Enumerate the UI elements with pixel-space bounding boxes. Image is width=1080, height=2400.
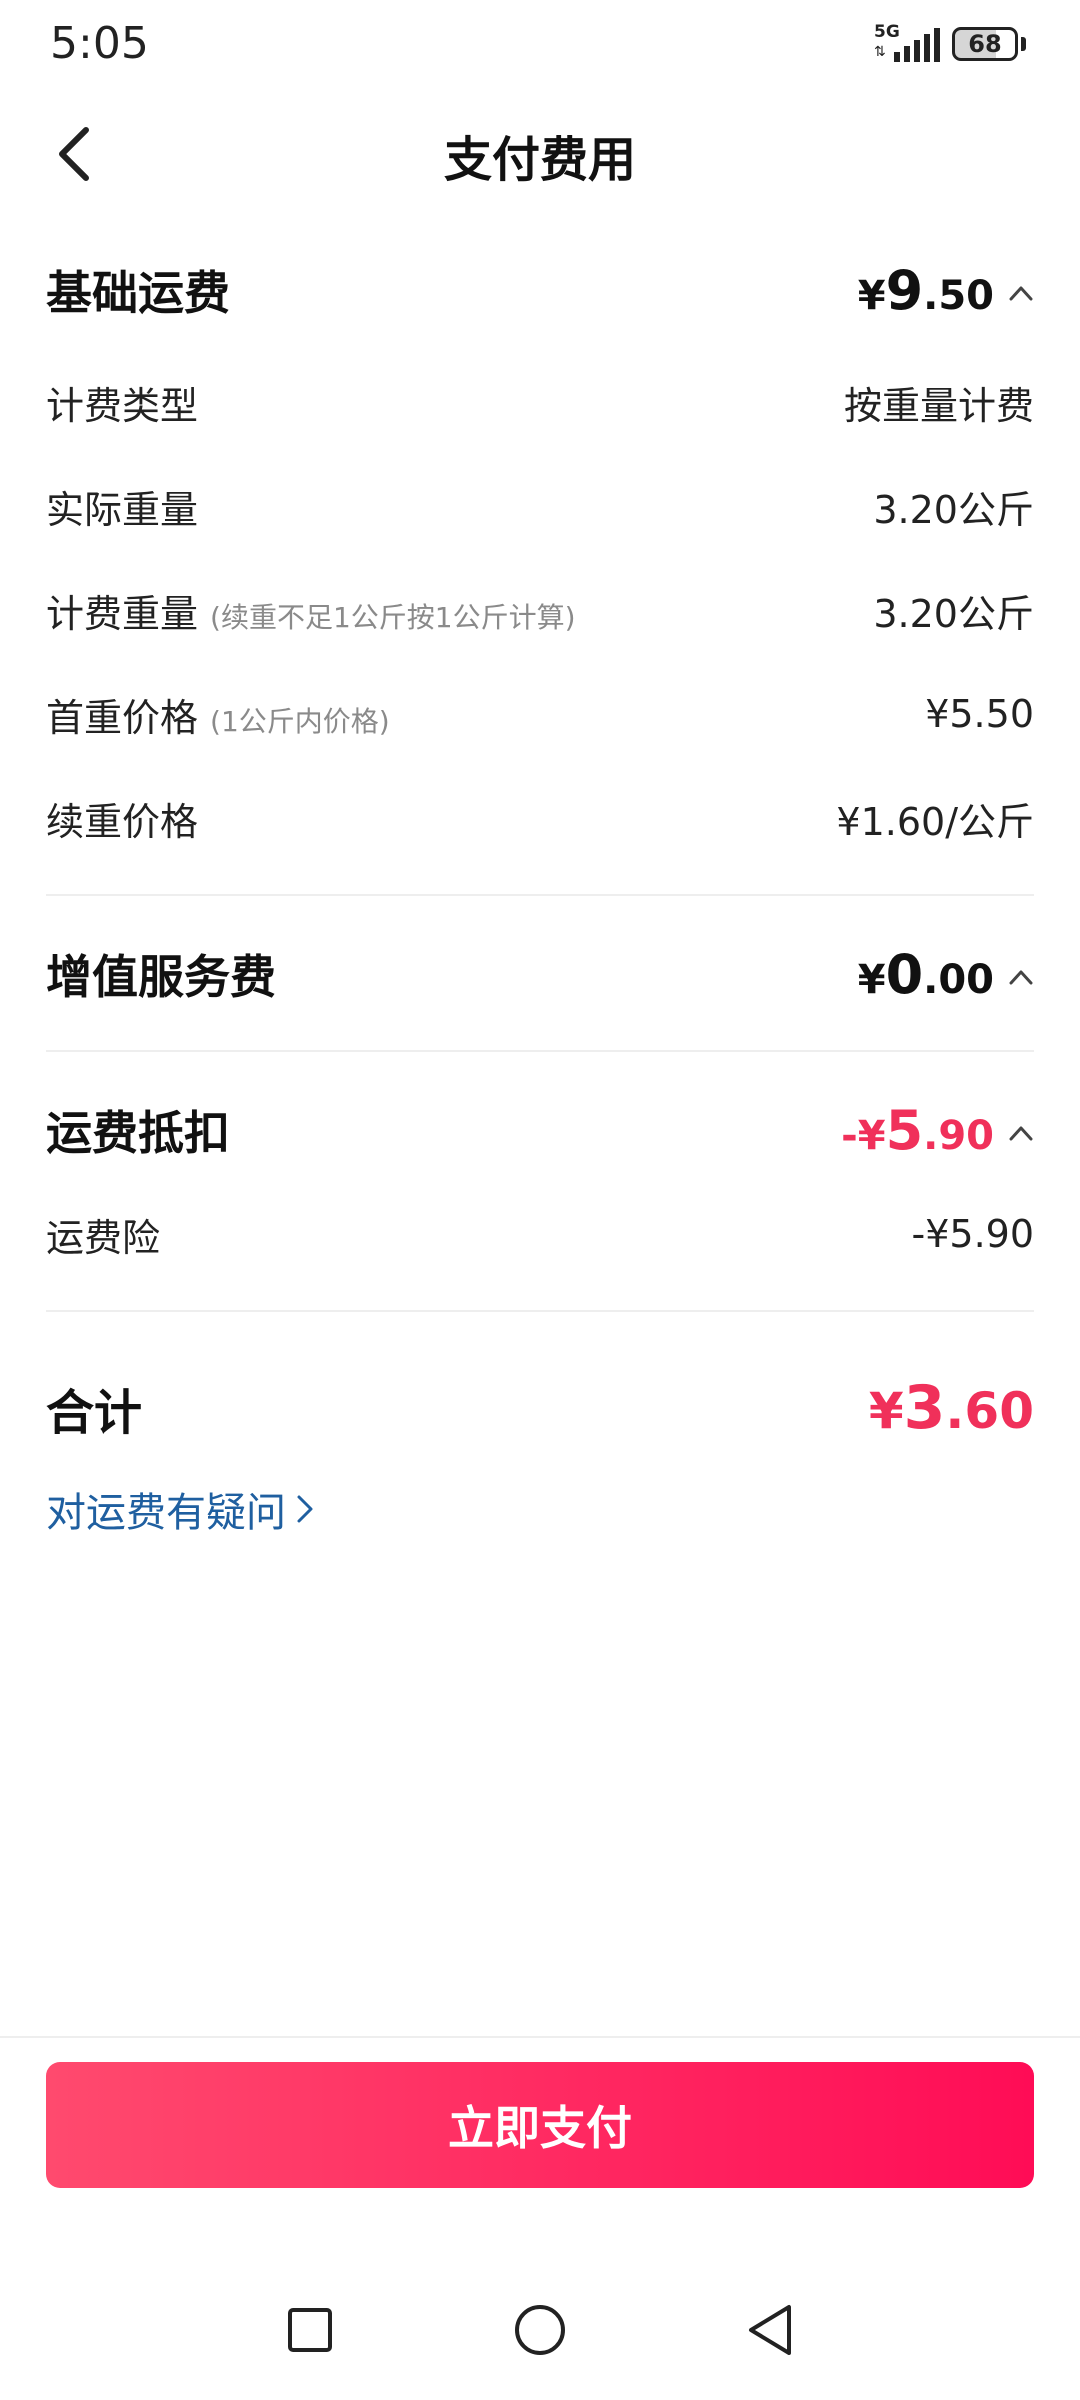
chevron-up-icon[interactable] [1008, 280, 1034, 306]
chevron-right-icon [297, 1495, 313, 1523]
fee-row-freight-insurance: 运费险 -¥5.90 [46, 1182, 1034, 1286]
row-value: ¥5.50 [925, 692, 1034, 736]
row-value: 3.20公斤 [873, 591, 1034, 636]
page-title: 支付费用 [443, 132, 636, 188]
deduction-amount: -¥ 5 .90 [841, 1098, 994, 1162]
row-label: 续重价格 [46, 799, 199, 844]
divider [46, 1310, 1034, 1312]
divider [46, 894, 1034, 896]
row-note: (续重不足1公斤按1公斤计算) [210, 600, 576, 634]
bottom-divider [0, 2036, 1080, 2038]
fee-row-actual-weight: 实际重量 3.20公斤 [46, 454, 1034, 558]
status-indicators: 5G ⇅ 68 [874, 22, 1026, 64]
chevron-up-icon[interactable] [1008, 1120, 1034, 1146]
base-freight-header[interactable]: 基础运费 ¥ 9 .50 [46, 230, 1034, 350]
freight-question-link[interactable]: 对运费有疑问 [46, 1480, 314, 1538]
battery-tip [1021, 37, 1026, 51]
row-label: 首重价格 [46, 695, 199, 740]
status-time: 5:05 [50, 18, 149, 69]
status-bar: 5:05 5G ⇅ 68 [0, 0, 1080, 92]
fee-row-billing-type: 计费类型 按重量计费 [46, 350, 1034, 454]
back-triangle-icon[interactable] [730, 2290, 810, 2370]
base-freight-amount: ¥ 9 .50 [857, 258, 994, 322]
base-freight-title: 基础运费 [46, 266, 230, 320]
total-row: 合计 ¥ 3 .60 [46, 1338, 1034, 1478]
divider [46, 1050, 1034, 1052]
row-label: 计费类型 [46, 383, 199, 428]
row-value: 3.20公斤 [873, 487, 1034, 532]
fee-row-billed-weight: 计费重量 (续重不足1公斤按1公斤计算) 3.20公斤 [46, 558, 1034, 662]
row-label: 计费重量 [46, 591, 199, 636]
row-note: (1公斤内价格) [210, 704, 390, 738]
row-value: 按重量计费 [843, 383, 1034, 428]
row-label: 运费险 [46, 1215, 161, 1260]
fee-row-first-weight-price: 首重价格 (1公斤内价格) ¥5.50 [46, 662, 1034, 766]
signal-bars [894, 28, 940, 62]
system-nav-bar [0, 2290, 1080, 2400]
chevron-up-icon[interactable] [1008, 964, 1034, 990]
row-value: -¥5.90 [911, 1212, 1035, 1256]
home-icon[interactable] [500, 2290, 580, 2370]
data-activity-icon: ⇅ [874, 44, 886, 60]
pay-now-button[interactable]: 立即支付 [46, 2062, 1034, 2188]
freight-question-label: 对运费有疑问 [46, 1490, 286, 1536]
row-label: 实际重量 [46, 487, 199, 532]
fee-details: 基础运费 ¥ 9 .50 计费类型 按重量计费 实际重量 3.20公斤 计费重量… [46, 230, 1034, 1538]
cellular-signal-icon: 5G ⇅ [874, 22, 940, 64]
deduction-header[interactable]: 运费抵扣 -¥ 5 .90 [46, 1078, 1034, 1182]
header: 支付费用 [0, 92, 1080, 212]
total-amount: ¥ 3 .60 [868, 1373, 1034, 1443]
fee-row-additional-weight-price: 续重价格 ¥1.60/公斤 [46, 766, 1034, 870]
value-added-title: 增值服务费 [46, 950, 276, 1004]
recent-apps-icon[interactable] [270, 2290, 350, 2370]
battery-level: 68 [968, 30, 1002, 58]
battery-icon: 68 [952, 27, 1018, 61]
value-added-header[interactable]: 增值服务费 ¥ 0 .00 [46, 922, 1034, 1026]
deduction-title: 运费抵扣 [46, 1106, 230, 1160]
total-label: 合计 [46, 1385, 143, 1441]
value-added-amount: ¥ 0 .00 [857, 942, 994, 1006]
row-value: ¥1.60/公斤 [836, 799, 1034, 844]
